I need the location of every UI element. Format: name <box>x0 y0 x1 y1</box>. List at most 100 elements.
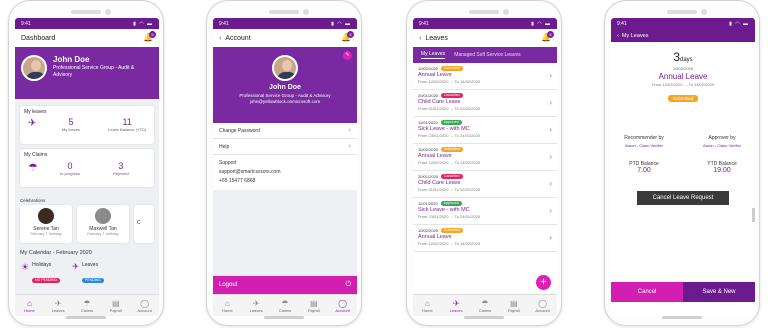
cancel-button[interactable]: Cancel <box>611 282 683 302</box>
tab-claims[interactable]: ☂ Claims <box>473 299 497 313</box>
from-date: 23/01/2020 <box>428 214 449 219</box>
tab-leaves[interactable]: ✈ Leaves <box>444 299 468 313</box>
support-phone[interactable]: +65 15477 6868 <box>219 177 351 186</box>
leave-date: 20/01/2020 <box>418 93 439 98</box>
logout-label: Logout <box>219 282 238 288</box>
account-menu: Change Password › Help › Support support@s… <box>213 123 357 190</box>
ytd-block: YTD Balance 19.00 <box>697 161 747 174</box>
stat-value: 0 <box>67 161 73 171</box>
stat-my-leaves: 5 My leaves <box>62 117 80 132</box>
back-icon[interactable]: ‹ <box>419 35 421 42</box>
tab-home[interactable]: ⌂ Home <box>215 299 239 313</box>
celebration-card[interactable]: C <box>134 205 154 243</box>
leave-list-item[interactable]: 20/01/2020 Cancelled Child Care Leave From … <box>413 171 557 198</box>
leave-list-item[interactable]: 10/02/2020 Submitted Annual Leave From 12/0… <box>413 63 557 90</box>
tab-account[interactable]: ◯ Account <box>531 299 555 313</box>
my-leaves-card[interactable]: My leaves ✈ 5 My leaves 11 Leave Balance… <box>20 106 154 144</box>
to-date: 24/01/2020 <box>460 133 481 138</box>
status-badge: Submitted <box>441 147 463 152</box>
menu-change-password[interactable]: Change Password › <box>213 123 357 139</box>
save-and-new-button[interactable]: Save & New <box>683 282 755 302</box>
add-leave-button[interactable]: + <box>536 275 551 290</box>
detail-screen: 9:41 ▮ ◠ ▬ ‹ My Leaves 3days 10/02/2020 A… <box>611 18 755 316</box>
avatar-face <box>31 60 41 71</box>
to-date: 14/02/2020 <box>460 160 481 165</box>
status-time: 9:41 <box>219 20 229 27</box>
back-icon[interactable]: ‹ <box>617 33 619 39</box>
bell-icon[interactable]: 🔔 5 <box>143 31 156 42</box>
scrollbar[interactable] <box>752 208 755 222</box>
leave-date-row: 11/01/2020 Approved <box>418 120 552 125</box>
ptd-value: 7.00 <box>637 167 651 174</box>
to-date: 14/02/2020 <box>460 79 481 84</box>
leave-date-row: 10/02/2020 Submitted <box>418 66 552 71</box>
from-date: 01/01/2020 <box>428 187 449 192</box>
status-time: 9:41 <box>21 20 31 27</box>
status-icons: ▮ ◠ ▬ <box>133 20 153 27</box>
logout-button[interactable]: Logout ⏻ <box>213 276 357 294</box>
from-date: 12/02/2020 <box>428 79 449 84</box>
tab-home[interactable]: ⌂ Home <box>415 299 439 313</box>
account-screen: 9:41 ▮ ◠ ▬ ‹ Account 🔔 5 ✎ John Doe Profes… <box>213 18 357 316</box>
tab-leaves[interactable]: ✈ Leaves <box>244 299 268 313</box>
leave-title: Sick Leave - with MC <box>418 126 470 132</box>
tab-my-leaves[interactable]: My Leaves <box>421 51 446 59</box>
from-date: 01/01/2020 <box>428 106 449 111</box>
status-time: 9:41 <box>617 20 627 27</box>
leave-list-item[interactable]: 11/01/2020 Approved Sick Leave - with MC Fr… <box>413 117 557 144</box>
tab-home[interactable]: ⌂ Home <box>17 299 41 313</box>
page-title: Leaves <box>425 34 448 42</box>
account-group: Professional Service Group - Audit & Adv… <box>239 93 331 98</box>
stat-leave-balance: 11 Leave Balance (YTD) <box>108 117 146 132</box>
edit-icon[interactable]: ✎ <box>343 51 352 60</box>
detail-summary: 3days 10/02/2020 Annual Leave From 12/02… <box>611 42 755 105</box>
home-icon: ⌂ <box>26 298 32 308</box>
tab-claims[interactable]: ☂ Claims <box>75 299 99 313</box>
home-indicator <box>264 316 304 319</box>
speaker <box>667 10 697 14</box>
notif-badge: 5 <box>547 31 554 38</box>
umbrella-icon: ☂ <box>28 162 38 174</box>
arrow-right-icon: → <box>449 214 454 219</box>
umbrella-icon: ☂ <box>481 298 489 308</box>
tab-payroll[interactable]: ▤ Payroll <box>302 299 326 313</box>
my-claims-card[interactable]: My Claims ☂ 0 In progress 3 Rejected <box>20 149 154 187</box>
profile-group: Professional Service Group - Audit & Adv… <box>53 65 135 78</box>
tab-managed-leaves[interactable]: Managed Self Service Leaves <box>454 52 520 58</box>
tab-claims[interactable]: ☂ Claims <box>273 299 297 313</box>
leave-date-row: 20/01/2020 Cancelled <box>418 174 552 179</box>
tab-bar: ⌂ Home ✈ Leaves ☂ Claims ▤ Payroll ◯ Account <box>413 294 557 316</box>
avatar-body <box>277 72 296 79</box>
support-email[interactable]: support@smartcursors.com <box>219 168 351 177</box>
arrow-right-icon: → <box>449 133 454 138</box>
leave-list-item[interactable]: 11/01/2020 Approved Sick Leave - with MC Fr… <box>413 198 557 225</box>
celebration-card[interactable]: Serene Tan February 7, birthday <box>20 205 72 243</box>
tab-payroll[interactable]: ▤ Payroll <box>502 299 526 313</box>
leave-title: Sick Leave - with MC <box>418 207 470 213</box>
leave-list-item[interactable]: 10/02/2020 Submitted Annual Leave From 12/0… <box>413 144 557 171</box>
umbrella-icon: ☂ <box>281 298 289 308</box>
tab-leaves[interactable]: ✈ Leaves <box>46 299 70 313</box>
status-bar: 9:41 ▮ ◠ ▬ <box>611 18 755 29</box>
back-icon[interactable]: ‹ <box>219 35 221 42</box>
recommender-name: Aaron - Claim Verifier <box>624 143 663 148</box>
leave-list-item[interactable]: 20/01/2020 Cancelled Child Care Leave From … <box>413 90 557 117</box>
tab-payroll[interactable]: ▤ Payroll <box>104 299 128 313</box>
tab-label: Payroll <box>507 307 520 313</box>
tab-account[interactable]: ◯ Account <box>331 299 355 313</box>
cancel-leave-request-button[interactable]: Cancel Leave Request <box>637 191 729 205</box>
bell-icon[interactable]: 🔔 5 <box>541 31 554 42</box>
from-date: 12/02/2020 <box>662 82 683 87</box>
avatar[interactable] <box>21 55 47 81</box>
home-icon: ⌂ <box>424 298 430 308</box>
menu-help[interactable]: Help › <box>213 139 357 155</box>
bell-icon[interactable]: 🔔 5 <box>341 31 354 42</box>
from-label: From <box>418 133 428 138</box>
leave-list-item[interactable]: 10/02/2020 Submitted Annual Leave From 12/0… <box>413 225 557 252</box>
tab-account[interactable]: ◯ Account <box>133 299 157 313</box>
profile-banner: John Doe Professional Service Group - Au… <box>15 47 159 99</box>
celebration-card[interactable]: Maxwell Tan February 7, birthday <box>77 205 129 243</box>
account-header: ‹ Account 🔔 5 <box>213 29 357 47</box>
to-label: To <box>688 82 693 87</box>
approver-name: Aaron - Claim Verifier <box>702 143 741 148</box>
